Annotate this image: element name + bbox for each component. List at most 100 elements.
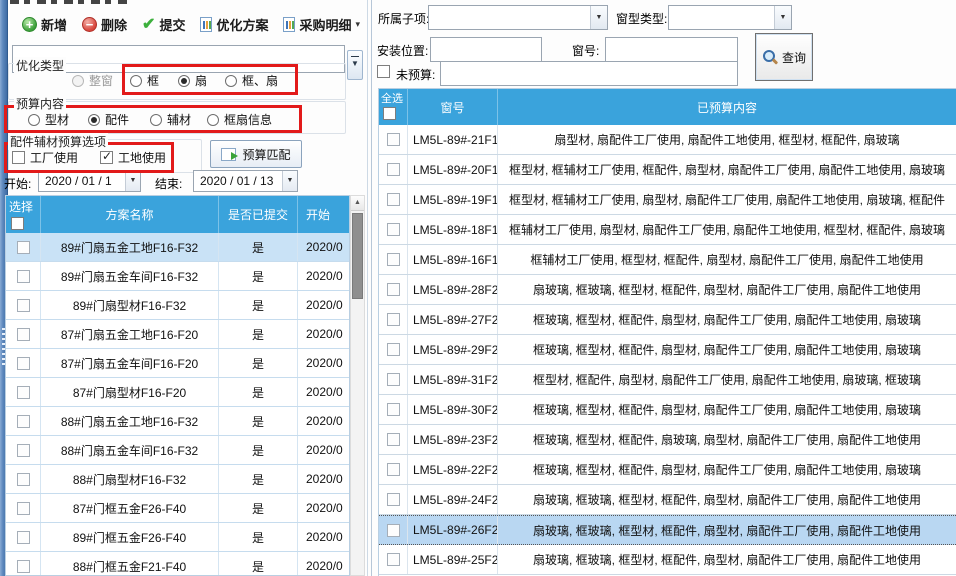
unbudgeted-checkbox[interactable]: [377, 65, 390, 78]
window-row[interactable]: LM5L-89#-22F20框玻璃, 框型材, 框配件, 扇型材, 扇配件工厂使…: [379, 455, 956, 485]
toolbar-overflow-button[interactable]: ▼: [347, 50, 363, 80]
plan-select-checkbox[interactable]: [17, 270, 30, 283]
plan-row[interactable]: 87#门扇型材F16-F20是2020/0: [6, 378, 349, 407]
plan-start-date: 2020/0: [298, 552, 349, 576]
plan-header-submitted[interactable]: 是否已提交: [219, 196, 298, 233]
plan-row[interactable]: 87#门框五金F26-F40是2020/0: [6, 494, 349, 523]
window-select-checkbox[interactable]: [387, 313, 400, 326]
window-row[interactable]: LM5L-89#-29F27框玻璃, 框型材, 框配件, 扇型材, 扇配件工厂使…: [379, 335, 956, 365]
opt-type-option-2[interactable]: 框: [130, 72, 159, 89]
window-header-content[interactable]: 已预算内容: [498, 89, 956, 125]
budget-option-1[interactable]: 型材: [28, 111, 69, 128]
window-row[interactable]: LM5L-89#-21F19扇型材, 扇配件工厂使用, 扇配件工地使用, 框型材…: [379, 125, 956, 155]
window-select-checkbox[interactable]: [387, 193, 400, 206]
query-button[interactable]: 查询: [755, 33, 813, 81]
window-row[interactable]: LM5L-89#-26F24扇玻璃, 框玻璃, 框型材, 框配件, 扇型材, 扇…: [379, 515, 956, 545]
start-date-dropdown-icon[interactable]: ▼: [125, 171, 140, 191]
plan-row[interactable]: 89#门框五金F26-F40是2020/0: [6, 523, 349, 552]
install-pos-input[interactable]: [430, 37, 542, 62]
window-row[interactable]: LM5L-89#-27F25框玻璃, 框型材, 框配件, 扇型材, 扇配件工厂使…: [379, 305, 956, 335]
toolbar-button-purchase-detail[interactable]: 采购明细▾: [277, 11, 366, 38]
window-select-cell: [379, 155, 408, 184]
end-date-picker[interactable]: 2020 / 01 / 13 ▼: [193, 170, 298, 192]
window-header-window-no[interactable]: 窗号: [408, 89, 498, 125]
budget-option-4[interactable]: 框扇信息: [207, 111, 272, 128]
plan-select-checkbox[interactable]: [17, 386, 30, 399]
window-select-checkbox[interactable]: [387, 524, 400, 537]
plan-row[interactable]: 88#门扇五金工地F16-F32是2020/0: [6, 407, 349, 436]
plan-select-checkbox[interactable]: [17, 473, 30, 486]
window-select-checkbox[interactable]: [387, 343, 400, 356]
usage-option-1[interactable]: 工厂使用: [12, 149, 78, 166]
window-select-checkbox[interactable]: [387, 283, 400, 296]
plan-row[interactable]: 87#门扇五金工地F16-F20是2020/0: [6, 320, 349, 349]
plan-select-checkbox[interactable]: [17, 299, 30, 312]
plan-header-name[interactable]: 方案名称: [41, 196, 219, 233]
plan-select-cell: [6, 262, 41, 290]
budget-option-2[interactable]: 配件: [88, 111, 129, 128]
sub-item-combo[interactable]: ▼: [428, 5, 608, 30]
toolbar-button-delete[interactable]: −删除: [76, 11, 133, 38]
toolbar-button-submit[interactable]: ✔提交: [136, 11, 191, 38]
plan-select-checkbox[interactable]: [17, 357, 30, 370]
window-row[interactable]: LM5L-89#-28F26扇玻璃, 框玻璃, 框型材, 框配件, 扇型材, 扇…: [379, 275, 956, 305]
window-select-checkbox[interactable]: [387, 253, 400, 266]
budgeted-content: 框玻璃, 框型材, 框配件, 扇型材, 扇配件工厂使用, 扇配件工地使用, 扇玻…: [498, 305, 956, 334]
window-no-input[interactable]: [605, 37, 738, 62]
end-date-value: 2020 / 01 / 13: [194, 174, 282, 188]
window-type-dropdown-icon[interactable]: ▼: [774, 6, 791, 29]
plan-row[interactable]: 87#门扇五金车间F16-F20是2020/0: [6, 349, 349, 378]
window-row[interactable]: LM5L-89#-18F16框辅材工厂使用, 扇型材, 扇配件工厂使用, 扇配件…: [379, 215, 956, 245]
opt-type-option-4[interactable]: 框、扇: [225, 72, 278, 89]
plan-select-checkbox[interactable]: [17, 560, 30, 573]
plan-select-checkbox[interactable]: [17, 328, 30, 341]
plan-select-checkbox[interactable]: [17, 502, 30, 515]
window-row[interactable]: LM5L-89#-30F28框玻璃, 框型材, 框配件, 扇型材, 扇配件工厂使…: [379, 395, 956, 425]
window-select-checkbox[interactable]: [387, 433, 400, 446]
window-select-checkbox[interactable]: [387, 223, 400, 236]
window-select-all-checkbox[interactable]: [383, 107, 396, 120]
window-select-checkbox[interactable]: [387, 553, 400, 566]
window-row[interactable]: LM5L-89#-19F17框型材, 框辅材工厂使用, 扇型材, 扇配件工厂使用…: [379, 185, 956, 215]
plan-row[interactable]: 88#门扇型材F16-F32是2020/0: [6, 465, 349, 494]
sub-item-dropdown-icon[interactable]: ▼: [590, 6, 607, 29]
plan-select-checkbox[interactable]: [17, 415, 30, 428]
window-row[interactable]: LM5L-89#-16F15框辅材工厂使用, 框型材, 框配件, 扇型材, 扇配…: [379, 245, 956, 275]
window-select-checkbox[interactable]: [387, 403, 400, 416]
window-row[interactable]: LM5L-89#-31F29框型材, 框配件, 扇型材, 扇配件工厂使用, 扇配…: [379, 365, 956, 395]
opt-type-option-3[interactable]: 扇: [178, 72, 207, 89]
unbudgeted-input[interactable]: [440, 61, 738, 86]
panel-divider-2: [371, 0, 372, 576]
window-select-checkbox[interactable]: [387, 133, 400, 146]
window-select-checkbox[interactable]: [387, 373, 400, 386]
plan-name: 87#门扇五金工地F16-F20: [41, 320, 219, 348]
plan-row[interactable]: 89#门扇五金工地F16-F32是2020/0: [6, 233, 349, 262]
window-select-checkbox[interactable]: [387, 463, 400, 476]
budget-match-button[interactable]: 预算匹配: [210, 140, 302, 168]
end-date-dropdown-icon[interactable]: ▼: [282, 171, 297, 191]
budget-option-3[interactable]: 辅材: [150, 111, 191, 128]
start-date-picker[interactable]: 2020 / 01 / 1 ▼: [38, 170, 141, 192]
usage-option-2[interactable]: 工地使用: [100, 149, 166, 166]
plan-select-checkbox[interactable]: [17, 241, 30, 254]
window-row[interactable]: LM5L-89#-24F22扇玻璃, 框玻璃, 框型材, 框配件, 扇型材, 扇…: [379, 485, 956, 515]
window-row[interactable]: LM5L-89#-25F23扇玻璃, 框玻璃, 框型材, 框配件, 扇型材, 扇…: [379, 545, 956, 575]
window-row[interactable]: LM5L-89#-20F18框型材, 框辅材工厂使用, 框配件, 扇型材, 扇配…: [379, 155, 956, 185]
window-row[interactable]: LM5L-89#-23F21框玻璃, 框型材, 框配件, 扇玻璃, 扇型材, 扇…: [379, 425, 956, 455]
plan-row[interactable]: 89#门扇型材F16-F32是2020/0: [6, 291, 349, 320]
scrollbar-thumb[interactable]: [352, 213, 363, 299]
plan-row[interactable]: 88#门扇五金车间F16-F32是2020/0: [6, 436, 349, 465]
plan-select-checkbox[interactable]: [17, 444, 30, 457]
window-type-combo[interactable]: ▼: [668, 5, 792, 30]
plan-row[interactable]: 89#门扇五金车间F16-F32是2020/0: [6, 262, 349, 291]
toolbar-button-optimize-plan[interactable]: 优化方案: [194, 11, 274, 38]
plan-select-all-checkbox[interactable]: [11, 217, 24, 230]
plan-select-checkbox[interactable]: [17, 531, 30, 544]
window-select-checkbox[interactable]: [387, 163, 400, 176]
scroll-up-icon[interactable]: ▲: [351, 196, 364, 211]
toolbar-button-add[interactable]: +新增: [16, 11, 73, 38]
window-select-checkbox[interactable]: [387, 493, 400, 506]
plan-table-scrollbar[interactable]: ▲: [350, 195, 365, 576]
plan-header-start[interactable]: 开始: [298, 196, 349, 233]
plan-row[interactable]: 88#门框五金F21-F40是2020/0: [6, 552, 349, 576]
